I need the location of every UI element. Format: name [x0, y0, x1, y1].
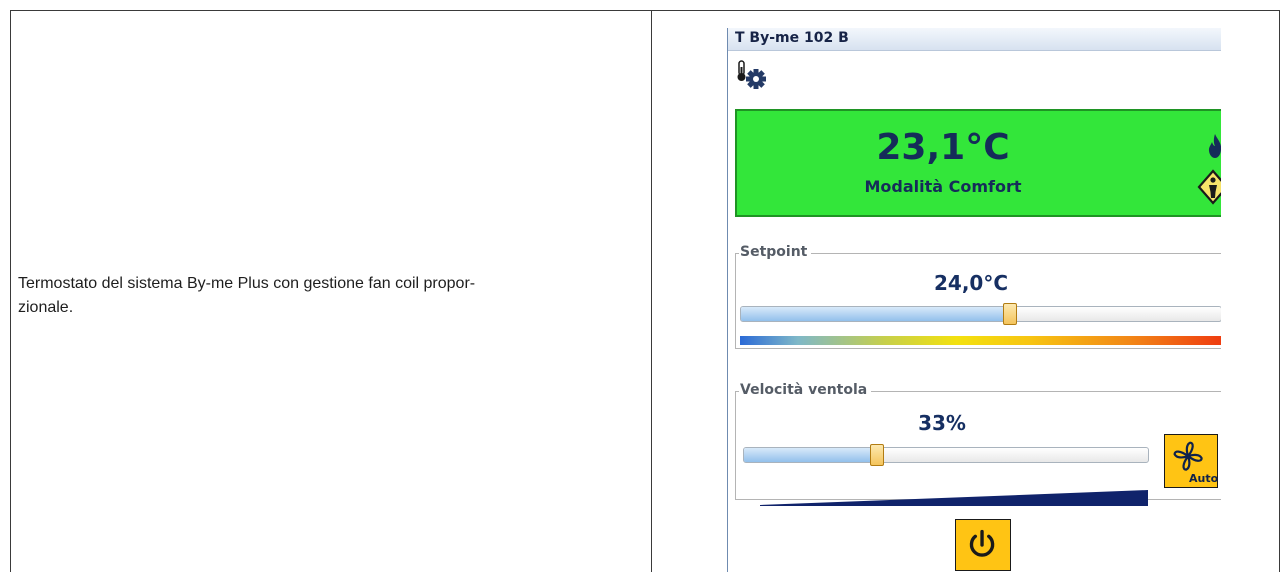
fan-speed-group: Velocità ventola 33% — [735, 382, 1221, 506]
thermostat-panel: T By-me 102 B 23,1°C Modalità Comfort Se… — [727, 28, 1221, 572]
comfort-mode-icon — [1197, 169, 1221, 205]
setpoint-slider-thumb[interactable] — [1002, 303, 1017, 325]
mode-label: Modalità Comfort — [864, 177, 1022, 196]
fan-auto-label: Auto — [1189, 472, 1219, 485]
flame-icon — [1208, 134, 1221, 158]
fan-speed-legend: Velocità ventola — [739, 382, 872, 398]
fan-speed-slider-thumb[interactable] — [869, 444, 884, 466]
description-line-2: zionale. — [18, 299, 74, 316]
thermometer-icon — [737, 60, 746, 81]
setpoint-value: 24,0°C — [933, 271, 1009, 295]
power-icon — [969, 529, 995, 557]
fan-speed-slider-track[interactable] — [743, 447, 1149, 463]
setpoint-group-box: Setpoint 24,0°C — [735, 244, 1221, 349]
description-line-1: Termostato del sistema By-me Plus con ge… — [18, 275, 476, 292]
current-temperature: 23,1°C — [876, 127, 1010, 168]
fan-auto-button[interactable]: Auto — [1164, 434, 1218, 488]
product-description: Termostato del sistema By-me Plus con ge… — [18, 272, 618, 320]
fan-speed-ramp — [760, 490, 1148, 506]
gear-icon — [746, 69, 766, 89]
setpoint-slider-track[interactable] — [740, 306, 1221, 322]
thermometer-gear-icon — [737, 60, 766, 89]
panel-titlebar: T By-me 102 B — [728, 28, 1221, 51]
fan-speed-value: 33% — [918, 411, 966, 435]
setpoint-legend: Setpoint — [739, 244, 812, 260]
power-button[interactable] — [955, 519, 1011, 571]
panel-title: T By-me 102 B — [735, 30, 849, 46]
column-divider — [651, 10, 652, 572]
temperature-display: 23,1°C Modalità Comfort — [735, 109, 1221, 217]
setpoint-slider-fill — [741, 307, 1010, 321]
setpoint-color-scale — [740, 336, 1221, 345]
fan-speed-slider-fill — [744, 448, 878, 462]
